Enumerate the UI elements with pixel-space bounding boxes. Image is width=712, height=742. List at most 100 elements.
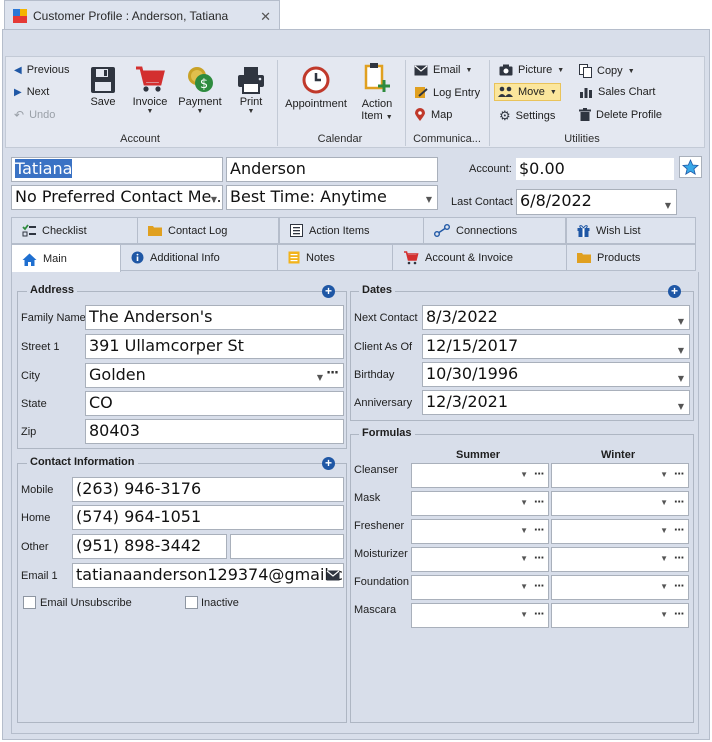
city-label: City	[21, 370, 40, 382]
formula-winter-select[interactable]: ▼ ···	[551, 491, 689, 516]
inactive-checkbox[interactable]	[185, 596, 198, 609]
formula-winter-select[interactable]: ▼ ···	[551, 603, 689, 628]
more-options-icon[interactable]: ···	[326, 364, 339, 384]
other-phone-extension-input[interactable]	[230, 534, 344, 559]
account-balance: $0.00	[516, 158, 674, 180]
more-options-icon[interactable]: ···	[534, 522, 545, 537]
email-unsubscribe-checkbox[interactable]	[23, 596, 36, 609]
more-options-icon[interactable]: ···	[674, 522, 685, 537]
shopping-cart-icon	[404, 250, 419, 264]
last-contact-date[interactable]: 6/8/2022 ▼	[516, 189, 677, 215]
email1-label: Email 1	[21, 570, 58, 582]
document-tab[interactable]: Customer Profile : Anderson, Tatiana ✕	[4, 0, 280, 30]
client-as-of-date[interactable]: 12/15/2017 ▼	[422, 334, 690, 359]
formula-summer-select[interactable]: ▼ ···	[411, 603, 549, 628]
more-options-icon[interactable]: ···	[534, 550, 545, 565]
tab-products[interactable]: Products	[566, 244, 696, 271]
app-logo-icon	[13, 8, 27, 23]
previous-button[interactable]: ◀ Previous	[14, 64, 70, 76]
formula-summer-select[interactable]: ▼ ···	[411, 575, 549, 600]
formula-winter-select[interactable]: ▼ ···	[551, 463, 689, 488]
undo-button[interactable]: ↶ Undo	[14, 108, 55, 122]
account-label: Account:	[469, 163, 512, 175]
city-select[interactable]: Golden ▼ ···	[85, 363, 344, 388]
email-button[interactable]: Email ▼	[414, 64, 472, 76]
formula-summer-select[interactable]: ▼ ···	[411, 547, 549, 572]
home-phone-input[interactable]: (574) 964-1051	[72, 505, 344, 530]
formula-summer-select[interactable]: ▼ ···	[411, 519, 549, 544]
state-input[interactable]: CO	[85, 391, 344, 416]
invoice-button[interactable]: Invoice ▼	[128, 62, 172, 116]
sales-chart-button[interactable]: Sales Chart	[579, 86, 655, 98]
add-contact-button[interactable]: +	[322, 457, 335, 470]
copy-button[interactable]: Copy ▼	[579, 64, 635, 78]
email1-input[interactable]: tatianaanderson129374@gmail.cor	[72, 563, 344, 588]
formula-winter-select[interactable]: ▼ ···	[551, 575, 689, 600]
picture-button[interactable]: Picture ▼	[499, 64, 564, 76]
first-name-input[interactable]: Tatiana	[11, 157, 223, 182]
tab-action-items[interactable]: Action Items	[279, 217, 424, 244]
more-options-icon[interactable]: ···	[674, 494, 685, 509]
save-button[interactable]: Save	[86, 62, 120, 108]
clock-icon	[302, 66, 330, 94]
add-address-button[interactable]: +	[322, 285, 335, 298]
next-button[interactable]: ▶ Next	[14, 86, 49, 98]
log-entry-button[interactable]: Log Entry	[414, 86, 480, 99]
more-options-icon[interactable]: ···	[674, 550, 685, 565]
tab-notes[interactable]: Notes	[277, 244, 393, 271]
mobile-input[interactable]: (263) 946-3176	[72, 477, 344, 502]
formula-summer-select[interactable]: ▼ ···	[411, 463, 549, 488]
delete-profile-button[interactable]: Delete Profile	[579, 108, 662, 121]
group-label-calendar: Calendar	[317, 133, 363, 145]
tab-contact-log[interactable]: Contact Log	[137, 217, 279, 244]
envelope-icon[interactable]	[326, 570, 340, 581]
formula-winter-select[interactable]: ▼ ···	[551, 547, 689, 572]
formula-summer-select[interactable]: ▼ ···	[411, 491, 549, 516]
more-options-icon[interactable]: ···	[674, 466, 685, 481]
next-contact-label: Next Contact	[354, 312, 418, 324]
clipboard-add-icon	[364, 63, 390, 92]
dates-title: Dates	[359, 284, 395, 296]
zip-input[interactable]: 80403	[85, 419, 344, 444]
close-tab-button[interactable]: ✕	[260, 9, 271, 25]
appointment-button[interactable]: Appointment	[283, 62, 349, 110]
contact-information-group	[17, 463, 347, 723]
family-name-input[interactable]: The Anderson's	[85, 305, 344, 330]
best-time-select[interactable]: Best Time: Anytime ▼	[226, 185, 438, 210]
more-options-icon[interactable]: ···	[674, 578, 685, 593]
formula-row-label: Foundation	[354, 576, 410, 588]
more-options-icon[interactable]: ···	[534, 578, 545, 593]
tab-wish-list[interactable]: Wish List	[566, 217, 696, 244]
print-button[interactable]: Print ▼	[232, 62, 270, 116]
preferred-contact-select[interactable]: No Preferred Contact Me... ▼	[11, 185, 223, 210]
move-button[interactable]: Move ▼	[494, 83, 561, 101]
svg-text:$: $	[200, 77, 208, 92]
formula-winter-select[interactable]: ▼ ···	[551, 519, 689, 544]
more-options-icon[interactable]: ···	[534, 494, 545, 509]
tab-checklist[interactable]: Checklist	[11, 217, 138, 244]
next-contact-date[interactable]: 8/3/2022 ▼	[422, 305, 690, 330]
tab-account-invoice[interactable]: Account & Invoice	[392, 244, 567, 271]
formula-row-label: Cleanser	[354, 464, 399, 476]
last-name-input[interactable]: Anderson	[226, 157, 438, 182]
payment-button[interactable]: $ Payment ▼	[176, 62, 224, 116]
anniversary-date[interactable]: 12/3/2021 ▼	[422, 390, 690, 415]
add-date-button[interactable]: +	[668, 285, 681, 298]
favorite-button[interactable]	[679, 156, 702, 178]
street1-input[interactable]: 391 Ullamcorper St	[85, 334, 344, 359]
contact-information-title: Contact Information	[27, 456, 138, 468]
settings-button[interactable]: ⚙ Settings	[499, 108, 555, 124]
tab-connections[interactable]: Connections	[423, 217, 566, 244]
tab-main[interactable]: Main	[11, 244, 121, 273]
more-options-icon[interactable]: ···	[534, 466, 545, 481]
people-icon	[498, 86, 513, 97]
action-item-button[interactable]: Action Item ▼	[356, 62, 398, 122]
birthday-date[interactable]: 10/30/1996 ▼	[422, 362, 690, 387]
other-phone-input[interactable]: (951) 898-3442	[72, 534, 227, 559]
home-label: Home	[21, 512, 51, 524]
more-options-icon[interactable]: ···	[534, 606, 545, 621]
chevron-down-icon: ▼	[520, 526, 528, 535]
map-button[interactable]: Map	[414, 108, 452, 122]
more-options-icon[interactable]: ···	[674, 606, 685, 621]
tab-additional-info[interactable]: Additional Info	[120, 244, 278, 271]
